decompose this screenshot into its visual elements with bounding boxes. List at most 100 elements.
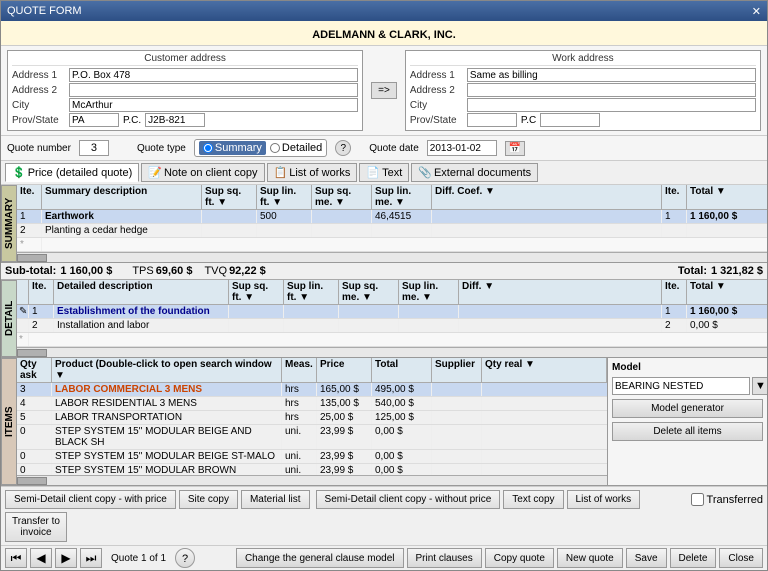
summary-row-2[interactable]: 2 Planting a cedar hedge xyxy=(17,224,767,238)
print-clauses-button[interactable]: Print clauses xyxy=(407,548,482,568)
new-quote-button[interactable]: New quote xyxy=(557,548,623,568)
tab-text[interactable]: 📄 Text xyxy=(359,163,409,182)
items-price-3: 165,00 $ xyxy=(317,383,372,396)
quote-number-input[interactable] xyxy=(79,140,109,156)
items-qtyreal-4 xyxy=(482,397,607,410)
items-meas-step1: uni. xyxy=(282,425,317,449)
detail-data-row-2[interactable]: 2 Installation and labor 2 0,00 $ xyxy=(17,319,767,333)
quote-type-detailed[interactable]: Detailed xyxy=(270,142,322,154)
summary-row-1[interactable]: 1 Earthwork 500 46,4515 1 1 160,00 $ xyxy=(17,210,767,224)
save-button[interactable]: Save xyxy=(626,548,667,568)
list-icon: 📋 xyxy=(274,166,288,179)
nav-prev-button[interactable]: ◀ xyxy=(30,548,52,568)
items-product-5: LABOR TRANSPORTATION xyxy=(52,411,282,424)
site-copy-button[interactable]: Site copy xyxy=(179,490,238,509)
customer-city-input[interactable] xyxy=(69,98,358,112)
list-of-works-button[interactable]: List of works xyxy=(567,490,641,509)
items-supplier-3 xyxy=(432,383,482,396)
detail-edit-1[interactable]: ✎ xyxy=(17,305,29,318)
tab-list[interactable]: 📋 List of works xyxy=(267,163,358,182)
close-button[interactable]: Close xyxy=(719,548,763,568)
summary-cell-sqft-1 xyxy=(202,210,257,223)
summary-cell-ite-1: 1 xyxy=(17,210,42,223)
items-meas-5: hrs xyxy=(282,411,317,424)
tab-note[interactable]: 📝 Note on client copy xyxy=(141,163,264,182)
customer-address2-input[interactable] xyxy=(69,83,358,97)
transfer-to-invoice-button[interactable]: Transfer to invoice xyxy=(5,512,67,542)
calendar-button[interactable]: 📅 xyxy=(505,141,525,156)
close-icon[interactable]: ✕ xyxy=(752,5,761,18)
items-col-supplier: Supplier xyxy=(432,358,482,382)
tab-price[interactable]: 💲 Price (detailed quote) xyxy=(5,163,139,182)
semi-detail-no-price-button[interactable]: Semi-Detail client copy - without price xyxy=(316,490,501,509)
work-address-block: Work address Address 1 Address 2 City Pr… xyxy=(405,50,761,131)
detail-right-total-1: 1 160,00 $ xyxy=(687,305,767,318)
material-list-button[interactable]: Material list xyxy=(241,490,310,509)
model-input-row: ▼ xyxy=(612,377,763,395)
items-price-step3: 23,99 $ xyxy=(317,464,372,475)
items-row-step2[interactable]: 0 STEP SYSTEM 15" MODULAR BEIGE ST-MALO … xyxy=(17,450,607,464)
items-row-3[interactable]: 3 LABOR COMMERCIAL 3 MENS hrs 165,00 $ 4… xyxy=(17,383,607,397)
detail-edit-2[interactable] xyxy=(17,319,29,332)
summary-new-row[interactable]: * xyxy=(17,238,767,252)
work-provstate-input[interactable] xyxy=(467,113,517,127)
copy-quote-button[interactable]: Copy quote xyxy=(485,548,554,568)
summary-right-col-ite: Ite. xyxy=(662,185,687,209)
items-total-step2: 0,00 $ xyxy=(372,450,432,463)
subtotal-label: Sub-total: xyxy=(5,265,56,277)
items-row-step3[interactable]: 0 STEP SYSTEM 15" MODULAR BROWN CARDIGAN… xyxy=(17,464,607,475)
items-row-4[interactable]: 4 LABOR RESIDENTIAL 3 MENS hrs 135,00 $ … xyxy=(17,397,607,411)
work-city-input[interactable] xyxy=(467,98,756,112)
change-clause-button[interactable]: Change the general clause model xyxy=(236,548,404,568)
items-total-step3: 0,00 $ xyxy=(372,464,432,475)
external-icon: 📎 xyxy=(418,166,432,179)
work-address1-input[interactable] xyxy=(467,68,756,82)
detail-header: Ite. Detailed description Sup sq. ft. ▼ … xyxy=(17,280,767,305)
items-row-5[interactable]: 5 LABOR TRANSPORTATION hrs 25,00 $ 125,0… xyxy=(17,411,607,425)
detail-scrollbar[interactable] xyxy=(17,347,767,357)
transferred-checkbox[interactable] xyxy=(691,493,704,506)
semi-detail-price-button[interactable]: Semi-Detail client copy - with price xyxy=(5,490,176,509)
work-pc-input[interactable] xyxy=(540,113,600,127)
detail-col-linme: Sup lin. me. ▼ xyxy=(399,280,459,304)
quote-type-help-button[interactable]: ? xyxy=(335,140,351,156)
nav-next-button[interactable]: ▶ xyxy=(55,548,77,568)
model-generator-button[interactable]: Model generator xyxy=(612,399,763,418)
transfer-check-group: Transferred xyxy=(691,493,763,506)
delete-all-items-button[interactable]: Delete all items xyxy=(612,422,763,441)
model-dropdown-button[interactable]: ▼ xyxy=(752,377,767,395)
customer-pc-input[interactable] xyxy=(145,113,205,127)
subtotal-bar: Sub-total: 1 160,00 $ TPS 69,60 $ TVQ 92… xyxy=(1,263,767,280)
items-qtyreal-5 xyxy=(482,411,607,424)
customer-address1-input[interactable] xyxy=(69,68,358,82)
quote-type-summary[interactable]: Summary xyxy=(199,141,266,155)
summary-right-total-2 xyxy=(687,224,767,237)
customer-city-label: City xyxy=(12,100,67,111)
tab-external[interactable]: 📎 External documents xyxy=(411,163,538,182)
detail-sqft-2 xyxy=(229,319,284,332)
items-row-step1[interactable]: 0 STEP SYSTEM 15" MODULAR BEIGE AND BLAC… xyxy=(17,425,607,450)
quote-bar: Quote number Quote type Summary Detailed… xyxy=(1,136,767,161)
customer-provstate-input[interactable] xyxy=(69,113,119,127)
detail-diff-1 xyxy=(459,305,662,318)
text-copy-button[interactable]: Text copy xyxy=(503,490,563,509)
detail-col-ite: Ite. xyxy=(29,280,54,304)
copy-address-button[interactable]: => xyxy=(371,82,397,99)
delete-button[interactable]: Delete xyxy=(670,548,717,568)
quote-date-input[interactable] xyxy=(427,140,497,156)
nav-help-button[interactable]: ? xyxy=(175,548,195,568)
detail-linme-2 xyxy=(399,319,459,332)
items-product-3: LABOR COMMERCIAL 3 MENS xyxy=(52,383,282,396)
nav-last-button[interactable]: ⏭ xyxy=(80,548,102,568)
summary-col-desc: Summary description xyxy=(42,185,202,209)
detail-data-row-1[interactable]: ✎ 1 Establishment of the foundation 1 1 … xyxy=(17,305,767,319)
work-address2-input[interactable] xyxy=(467,83,756,97)
detail-diff-2 xyxy=(459,319,662,332)
summary-scrollbar[interactable] xyxy=(17,252,767,262)
items-scrollbar[interactable] xyxy=(17,475,607,485)
detail-new-row[interactable]: * xyxy=(17,333,767,347)
model-input[interactable] xyxy=(612,377,750,395)
model-side-panel: Model ▼ Model generator Delete all items xyxy=(607,358,767,485)
items-col-meas: Meas. xyxy=(282,358,317,382)
nav-first-button[interactable]: ⏮ xyxy=(5,548,27,568)
